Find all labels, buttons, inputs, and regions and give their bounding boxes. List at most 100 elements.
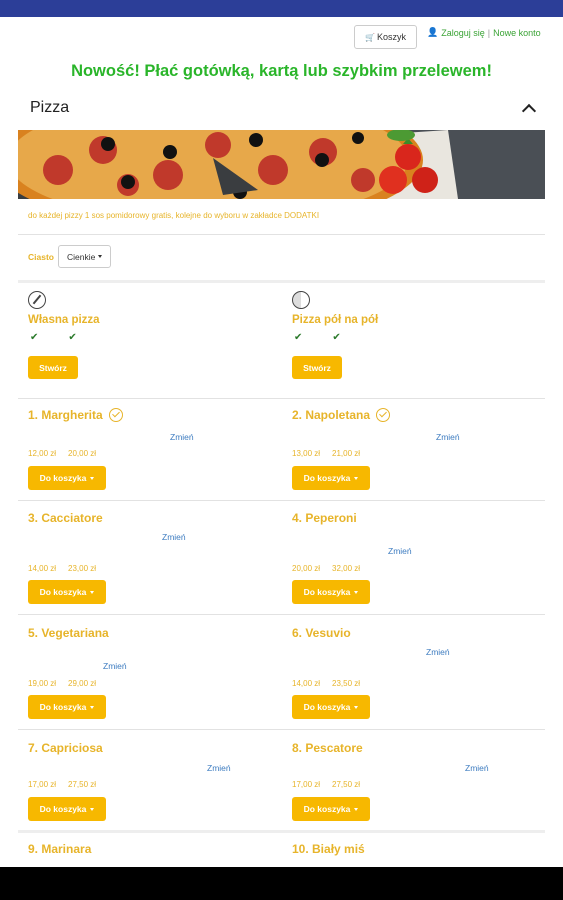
login-link[interactable]: Zaloguj się	[441, 28, 485, 38]
price-list: 20,00 zł 32,00 zł	[292, 564, 360, 573]
pizza-card: 2. Napoletana Zmień 13,00 zł 21,00 zł Do …	[292, 408, 542, 500]
caret-down-icon	[98, 255, 103, 258]
caret-down-icon	[90, 807, 95, 811]
vegetarian-icon	[376, 408, 391, 422]
price-small: 12,00 zł	[28, 449, 57, 458]
add-to-cart-button[interactable]: Do koszyka	[28, 797, 106, 821]
check-icon: ✔	[332, 332, 341, 343]
divider	[18, 500, 545, 501]
pizza-name: 8. Pescatore	[292, 741, 363, 755]
caret-down-icon	[90, 476, 95, 480]
caret-down-icon	[354, 807, 359, 811]
caret-down-icon	[90, 590, 95, 594]
add-to-cart-button[interactable]: Do koszyka	[292, 695, 370, 719]
auth-separator: |	[487, 27, 491, 38]
half-pizza-icon	[292, 291, 310, 309]
promo-banner-text: Nowość! Płać gotówką, kartą lub szybkim …	[71, 62, 492, 80]
add-to-cart-label: Do koszyka	[303, 702, 351, 712]
add-to-cart-button[interactable]: Do koszyka	[292, 797, 370, 821]
section-title: Pizza	[30, 99, 70, 116]
change-link[interactable]: Zmień	[207, 763, 231, 773]
special-card-own-pizza: Własna pizza ✔ ✔ Stwórz	[28, 291, 100, 379]
add-to-cart-label: Do koszyka	[303, 587, 351, 597]
app-screen: 🛒 Koszyk 👤 Zaloguj się | Nowe konto Nowo…	[0, 17, 563, 867]
section-header[interactable]: Pizza	[30, 99, 535, 117]
special-card-half-half: Pizza pół na pół ✔ ✔ Stwórz	[292, 291, 378, 379]
price-small: 17,00 zł	[292, 780, 321, 789]
pizza-name: 5. Vegetariana	[28, 626, 109, 640]
add-to-cart-label: Do koszyka	[303, 473, 351, 483]
pizza-name: 7. Capriciosa	[28, 741, 103, 755]
price-large: 20,00 zł	[68, 449, 97, 458]
sauce-note: do każdej pizzy 1 sos pomidorowy gratis,…	[28, 211, 320, 220]
special-title: Własna pizza	[28, 314, 100, 326]
change-link[interactable]: Zmień	[465, 763, 489, 773]
pizza-card: 5. Vegetariana Zmień 19,00 zł 29,00 zł Do…	[28, 626, 278, 730]
price-small: 17,00 zł	[28, 780, 57, 789]
create-own-pizza-button[interactable]: Stwórz	[28, 356, 78, 379]
new-account-link[interactable]: Nowe konto	[493, 28, 541, 38]
check-icon: ✔	[294, 332, 303, 343]
add-to-cart-label: Do koszyka	[303, 804, 351, 814]
change-link[interactable]: Zmień	[103, 661, 127, 671]
caret-down-icon	[90, 705, 95, 709]
change-link[interactable]: Zmień	[388, 546, 412, 556]
price-list: 17,00 zł 27,50 zł	[292, 780, 360, 789]
vegetarian-icon	[108, 408, 123, 422]
special-title: Pizza pół na pół	[292, 314, 379, 326]
add-to-cart-button[interactable]: Do koszyka	[292, 466, 370, 490]
pizza-name: 1. Margherita	[28, 408, 103, 422]
dough-label: Ciasto	[28, 251, 54, 262]
price-small: 14,00 zł	[292, 679, 321, 688]
pizza-card: 10. Biały miś	[292, 842, 542, 867]
pizza-name: 2. Napoletana	[292, 408, 371, 422]
check-icon: ✔	[68, 332, 77, 343]
add-to-cart-button[interactable]: Do koszyka	[28, 580, 106, 604]
dough-select[interactable]: Cienkie	[57, 245, 112, 268]
pizza-name: 3. Cacciatore	[28, 511, 103, 525]
pizza-card: 1. Margherita Zmień 12,00 zł 20,00 zł Do …	[28, 408, 278, 500]
price-large: 23,00 zł	[68, 564, 97, 573]
price-list: 14,00 zł 23,50 zł	[292, 679, 360, 688]
change-link[interactable]: Zmień	[436, 432, 460, 442]
special-checks: ✔ ✔	[28, 332, 100, 343]
chevron-up-icon[interactable]	[522, 102, 535, 115]
divider	[18, 830, 545, 833]
divider	[18, 614, 545, 615]
dough-selector-row: Ciasto Cienkie	[28, 245, 112, 268]
navigation-bar	[0, 867, 563, 900]
dough-select-value: Cienkie	[66, 251, 96, 262]
user-icon: 👤	[427, 27, 439, 37]
pizza-card: 7. Capriciosa Zmień 17,00 zł 27,50 zł Do …	[28, 741, 278, 833]
divider	[18, 234, 545, 235]
pizza-name: 9. Marinara	[28, 842, 92, 856]
change-link[interactable]: Zmień	[170, 432, 194, 442]
price-list: 17,00 zł 27,50 zł	[28, 780, 96, 789]
pizza-card: 4. Peperoni Zmień 20,00 zł 32,00 zł Do ko…	[292, 511, 542, 615]
change-link[interactable]: Zmień	[426, 647, 450, 657]
price-small: 20,00 zł	[292, 564, 321, 573]
divider	[18, 280, 545, 283]
price-large: 27,50 zł	[332, 780, 361, 789]
price-large: 23,50 zł	[332, 679, 361, 688]
price-large: 29,00 zł	[68, 679, 97, 688]
caret-down-icon	[354, 476, 359, 480]
change-link[interactable]: Zmień	[162, 532, 186, 542]
pizza-card: 6. Vesuvio Zmień 14,00 zł 23,50 zł Do kos…	[292, 626, 542, 730]
price-large: 21,00 zł	[332, 449, 361, 458]
price-list: 14,00 zł 23,00 zł	[28, 564, 96, 573]
price-list: 12,00 zł 20,00 zł	[28, 449, 96, 458]
special-checks: ✔ ✔	[292, 332, 378, 343]
pizza-card: 9. Marinara	[28, 842, 278, 867]
status-bar	[0, 0, 563, 17]
add-to-cart-button[interactable]: Do koszyka	[292, 580, 370, 604]
cart-button[interactable]: 🛒 Koszyk	[354, 25, 417, 49]
add-to-cart-button[interactable]: Do koszyka	[28, 695, 106, 719]
cart-icon: 🛒	[365, 32, 375, 42]
create-half-pizza-button[interactable]: Stwórz	[292, 356, 342, 379]
caret-down-icon	[354, 590, 359, 594]
price-large: 32,00 zł	[332, 564, 361, 573]
price-list: 13,00 zł 21,00 zł	[292, 449, 360, 458]
add-to-cart-button[interactable]: Do koszyka	[28, 466, 106, 490]
pizza-banner-image	[18, 130, 545, 199]
